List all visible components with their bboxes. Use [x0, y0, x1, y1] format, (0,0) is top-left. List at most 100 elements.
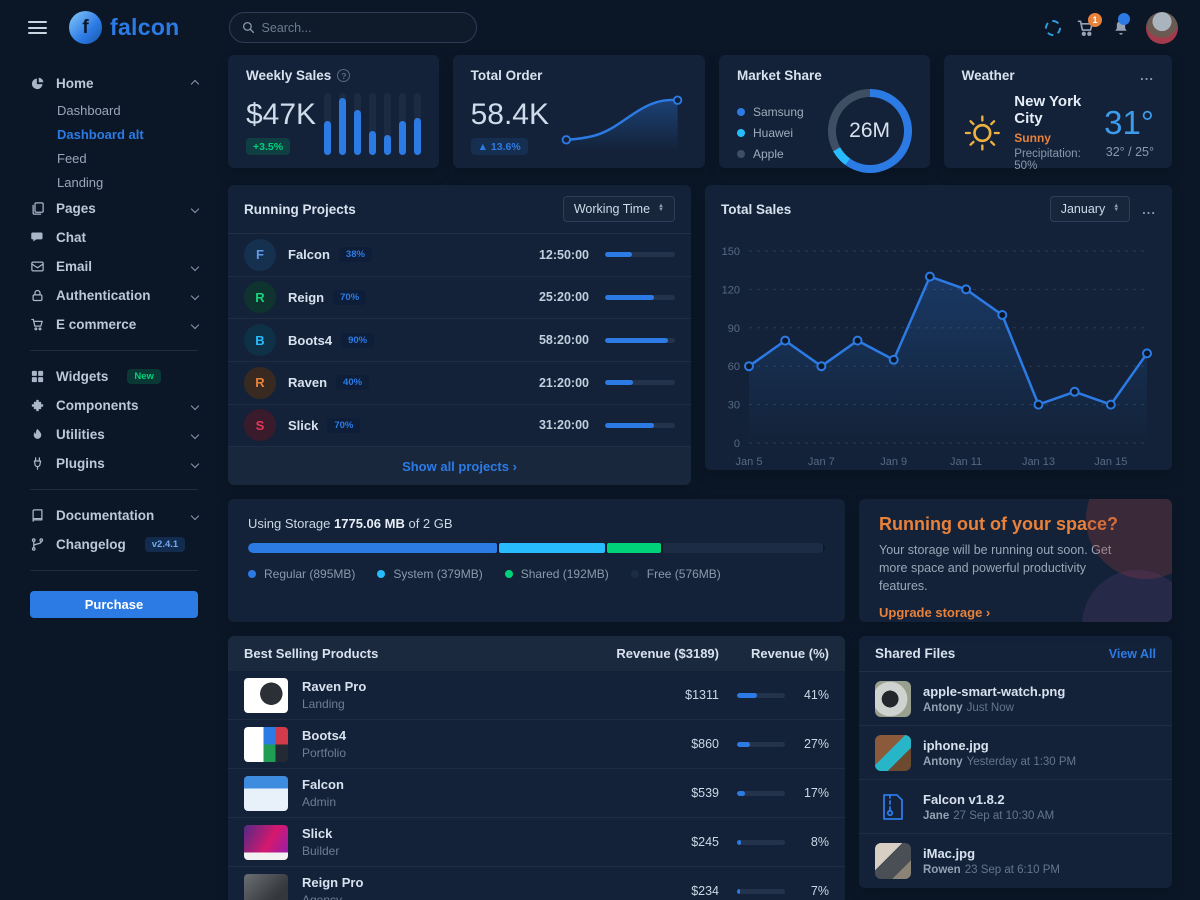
purchase-button[interactable]: Purchase	[30, 591, 198, 618]
revenue-column-header: Revenue ($3189)	[616, 646, 719, 661]
total-sales-line-chart: 0306090120150Jan 5Jan 7Jan 9Jan 11Jan 13…	[705, 233, 1172, 478]
revenue-pct-column-header: Revenue (%)	[719, 646, 829, 661]
revenue-progress-bar	[737, 889, 785, 894]
weekly-sales-bar-chart	[324, 93, 421, 155]
falcon-logo-icon: f	[69, 11, 102, 44]
flame-icon	[30, 427, 45, 442]
sidebar-item-landing[interactable]: Landing	[30, 170, 198, 194]
working-time-select[interactable]: Working Time ▲▼	[563, 196, 675, 222]
sidebar-item-pages[interactable]: Pages	[30, 194, 198, 223]
sidebar-item-authentication[interactable]: Authentication	[30, 281, 198, 310]
sidebar-item-documentation[interactable]: Documentation	[30, 501, 198, 530]
total-order-sparkline	[555, 85, 687, 155]
weather-range: 32° / 25°	[1104, 145, 1154, 159]
sidebar-item-changelog[interactable]: Changelogv2.4.1	[30, 530, 198, 559]
product-row[interactable]: Reign ProAgency $234 7%	[228, 867, 845, 900]
market-share-card: Market Share Samsung Huawei Apple 26M	[719, 55, 930, 168]
cart-button[interactable]: 1	[1076, 18, 1096, 38]
user-avatar[interactable]	[1146, 12, 1178, 44]
svg-text:Jan 9: Jan 9	[880, 456, 907, 468]
more-menu-icon[interactable]: ...	[1140, 68, 1154, 83]
sidebar-item-ecommerce[interactable]: E commerce	[30, 310, 198, 339]
project-avatar: F	[244, 239, 276, 271]
sidebar-item-widgets[interactable]: WidgetsNew	[30, 362, 198, 391]
best-selling-title: Best Selling Products	[244, 646, 378, 661]
svg-text:Jan 13: Jan 13	[1022, 456, 1055, 468]
month-select[interactable]: January ▲▼	[1050, 196, 1130, 222]
file-row[interactable]: Falcon v1.8.2 Jane27 Sep at 10:30 AM	[859, 780, 1172, 834]
chevron-up-icon	[191, 79, 199, 87]
sidebar-item-dashboard[interactable]: Dashboard	[30, 98, 198, 122]
weekly-sales-change-badge: +3.5%	[246, 138, 290, 155]
more-menu-icon[interactable]: ...	[1142, 202, 1156, 217]
total-sales-title: Total Sales	[721, 202, 791, 217]
project-avatar: R	[244, 367, 276, 399]
product-thumbnail	[244, 727, 288, 762]
best-selling-products-card: Best Selling Products Revenue ($3189) Re…	[228, 636, 845, 900]
product-row[interactable]: FalconAdmin $539 17%	[228, 769, 845, 818]
file-row[interactable]: iphone.jpg AntonyYesterday at 1:30 PM	[859, 726, 1172, 780]
sidebar-item-dashboard-alt[interactable]: Dashboard alt	[30, 122, 198, 146]
updown-arrows-icon: ▲▼	[658, 205, 664, 212]
project-progress-badge: 70%	[327, 418, 360, 433]
file-row[interactable]: apple-smart-watch.png AntonyJust Now	[859, 672, 1172, 726]
svg-text:30: 30	[728, 400, 740, 412]
svg-text:Jan 11: Jan 11	[950, 456, 982, 468]
project-time: 58:20:00	[539, 333, 589, 347]
sidebar-item-plugins[interactable]: Plugins	[30, 449, 198, 478]
shared-files-title: Shared Files	[875, 646, 955, 661]
product-row[interactable]: Boots4Portfolio $860 27%	[228, 720, 845, 769]
sidebar-item-chat[interactable]: Chat	[30, 223, 198, 252]
project-progress-bar	[605, 338, 675, 343]
sidebar-item-feed[interactable]: Feed	[30, 146, 198, 170]
notifications-button[interactable]	[1111, 18, 1131, 38]
product-row[interactable]: SlickBuilder $245 8%	[228, 818, 845, 867]
view-all-link[interactable]: View All	[1109, 647, 1156, 661]
upgrade-space-title: Running out of your space?	[879, 514, 1152, 535]
sidebar-item-home[interactable]: Home	[30, 69, 198, 98]
search-bar[interactable]	[229, 12, 477, 43]
project-progress-badge: 40%	[336, 375, 369, 390]
svg-text:Jan 15: Jan 15	[1094, 456, 1127, 468]
info-icon[interactable]: ?	[337, 69, 350, 82]
revenue-progress-bar	[737, 791, 785, 796]
weekly-sales-card: Weekly Sales ? $47K +3.5%	[228, 55, 439, 168]
zip-file-icon	[875, 789, 911, 825]
product-row[interactable]: Raven ProLanding $1311 41%	[228, 671, 845, 720]
shared-files-card: Shared Files View All apple-smart-watch.…	[859, 636, 1172, 888]
total-sales-card: Total Sales January ▲▼ ... 0306090120150…	[705, 185, 1172, 470]
chevron-down-icon	[191, 401, 199, 409]
widgets-icon	[30, 369, 45, 384]
chevron-down-icon	[191, 511, 199, 519]
book-icon	[30, 508, 45, 523]
search-input[interactable]	[262, 21, 442, 35]
settings-button[interactable]	[1045, 20, 1061, 36]
hamburger-menu-icon[interactable]	[28, 18, 47, 38]
storage-card: Using Storage 1775.06 MB of 2 GB Regular…	[228, 499, 845, 622]
file-row[interactable]: iMac.jpg Rowen23 Sep at 6:10 PM	[859, 834, 1172, 888]
project-progress-bar	[605, 295, 675, 300]
project-row[interactable]: S Slick 70% 31:20:00	[228, 405, 691, 448]
search-icon	[242, 21, 255, 34]
project-progress-bar	[605, 380, 675, 385]
sidebar-divider	[30, 350, 198, 351]
sidebar-item-email[interactable]: Email	[30, 252, 198, 281]
top-navbar: f falcon 1	[0, 0, 1200, 55]
project-row[interactable]: R Raven 40% 21:20:00	[228, 362, 691, 405]
revenue-progress-bar	[737, 742, 785, 747]
updown-arrows-icon: ▲▼	[1113, 205, 1119, 212]
project-row[interactable]: F Falcon 38% 12:50:00	[228, 234, 691, 277]
project-progress-bar	[605, 423, 675, 428]
project-row[interactable]: R Reign 70% 25:20:00	[228, 277, 691, 320]
file-thumbnail	[875, 681, 911, 717]
sidebar-item-components[interactable]: Components	[30, 391, 198, 420]
pages-icon	[30, 201, 45, 216]
project-row[interactable]: B Boots4 90% 58:20:00	[228, 319, 691, 362]
chevron-down-icon	[191, 204, 199, 212]
show-all-projects-link[interactable]: Show all projects ›	[228, 447, 691, 485]
sidebar-item-utilities[interactable]: Utilities	[30, 420, 198, 449]
upgrade-storage-link[interactable]: Upgrade storage ›	[879, 605, 990, 620]
running-projects-card: Running Projects Working Time ▲▼ F Falco…	[228, 185, 691, 485]
total-order-card: Total Order 58.4K ▲ 13.6%	[453, 55, 705, 168]
brand-logo[interactable]: f falcon	[69, 11, 180, 44]
